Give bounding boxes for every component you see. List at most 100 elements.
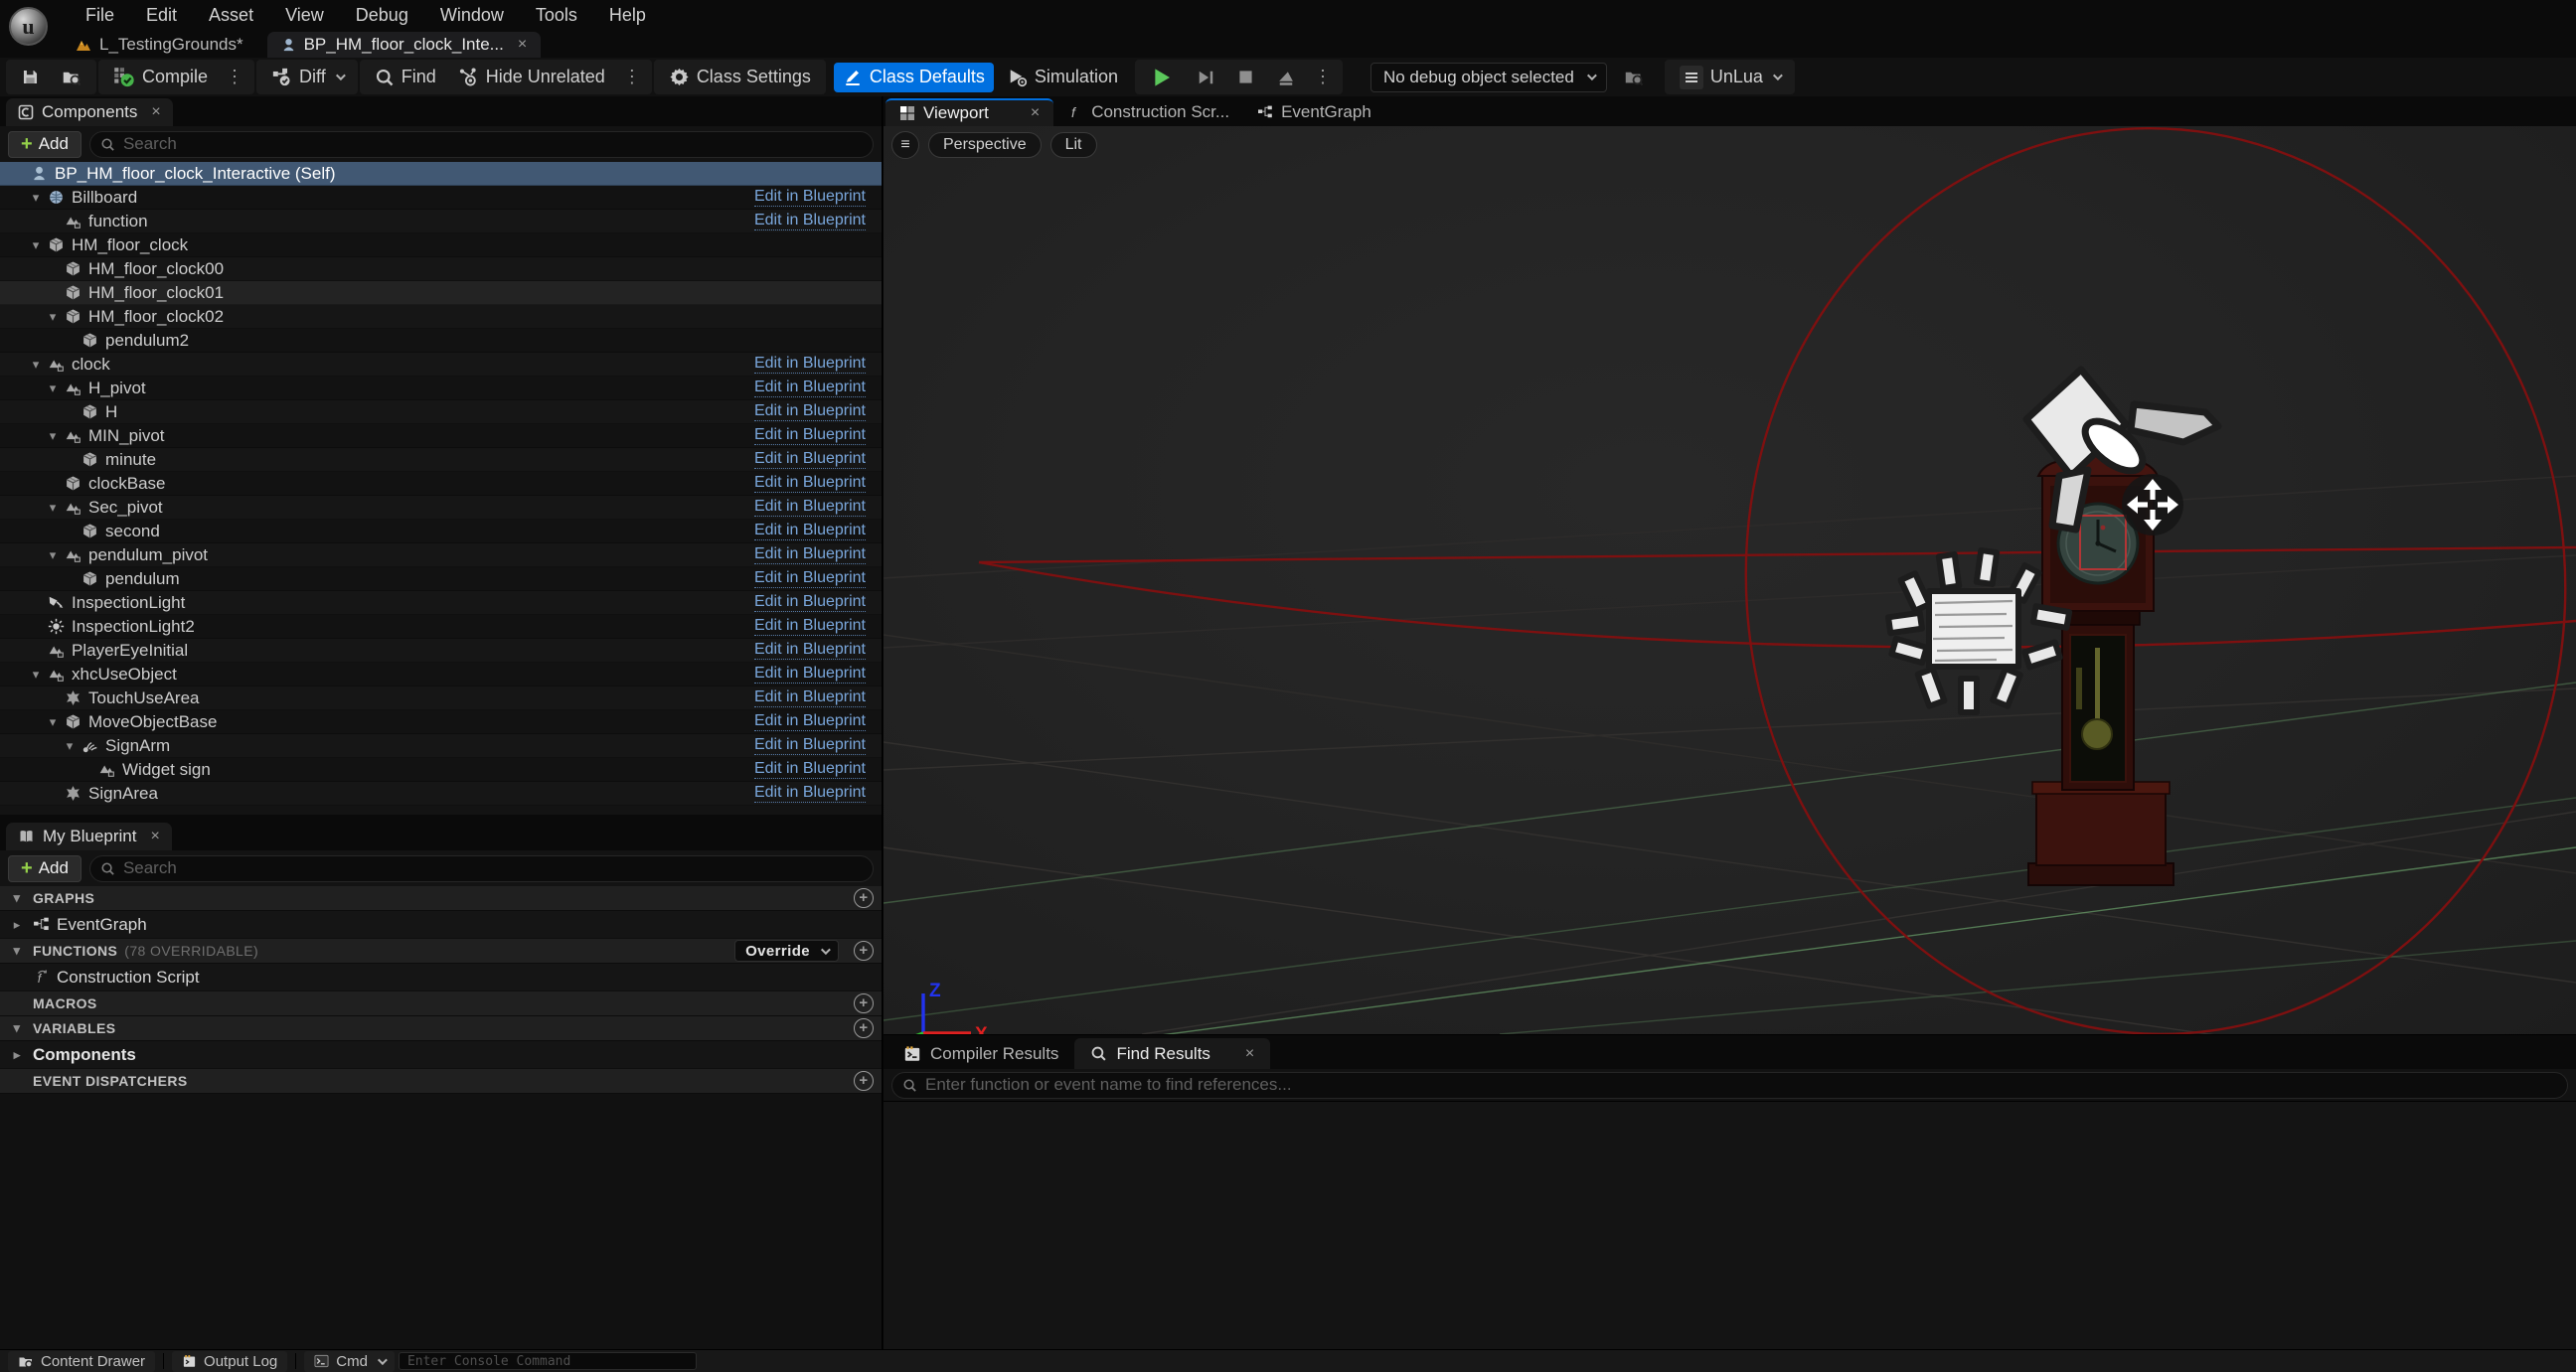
play-button[interactable] <box>1141 63 1183 92</box>
add-function-icon[interactable]: + <box>854 941 874 961</box>
component-row[interactable]: ▾HM_floor_clock <box>0 233 882 257</box>
close-icon[interactable]: × <box>1031 104 1040 122</box>
edit-in-blueprint-link[interactable]: Edit in Blueprint <box>754 522 866 540</box>
cmd-dropdown[interactable]: Cmd <box>304 1351 395 1372</box>
expander-arrow[interactable]: ▾ <box>44 500 62 516</box>
class-defaults-button[interactable]: Class Defaults <box>834 63 994 92</box>
component-row[interactable]: PlayerEyeInitialEdit in Blueprint <box>0 639 882 663</box>
menu-tools[interactable]: Tools <box>520 0 593 30</box>
expander-arrow[interactable]: ▾ <box>27 357 45 373</box>
hide-unrelated-options-icon[interactable]: ⋮ <box>618 67 646 87</box>
expander-arrow[interactable]: ▾ <box>44 309 62 325</box>
hide-unrelated-button[interactable]: Hide Unrelated <box>449 63 614 92</box>
expander-arrow[interactable]: ▾ <box>27 667 45 683</box>
save-button[interactable] <box>12 63 49 92</box>
expander-arrow[interactable]: ▾ <box>44 547 62 563</box>
component-row[interactable]: pendulumEdit in Blueprint <box>0 567 882 591</box>
add-blueprint-item-button[interactable]: + Add <box>8 855 81 882</box>
browse-asset-button[interactable] <box>53 63 90 92</box>
perspective-dropdown[interactable]: Perspective <box>928 132 1042 158</box>
override-dropdown[interactable]: Override <box>734 940 839 962</box>
add-dispatcher-icon[interactable]: + <box>854 1071 874 1091</box>
expander-arrow[interactable]: ▾ <box>27 190 45 206</box>
tab-my-blueprint[interactable]: My Blueprint × <box>6 823 172 850</box>
edit-in-blueprint-link[interactable]: Edit in Blueprint <box>754 665 866 684</box>
add-graph-icon[interactable]: + <box>854 888 874 908</box>
rotation-gizmo[interactable] <box>979 126 2576 1034</box>
component-row[interactable]: pendulum2 <box>0 329 882 353</box>
output-log-button[interactable]: Output Log <box>172 1351 287 1372</box>
component-row[interactable]: ▾H_pivotEdit in Blueprint <box>0 377 882 400</box>
unlua-dropdown[interactable]: UnLua <box>1671 63 1789 92</box>
expander-arrow[interactable]: ▾ <box>44 428 62 444</box>
expander-arrow[interactable]: ▾ <box>44 381 62 396</box>
eject-button[interactable] <box>1267 63 1305 92</box>
edit-in-blueprint-link[interactable]: Edit in Blueprint <box>754 379 866 397</box>
component-row[interactable]: TouchUseAreaEdit in Blueprint <box>0 686 882 710</box>
find-references-input[interactable] <box>925 1075 2557 1095</box>
edit-in-blueprint-link[interactable]: Edit in Blueprint <box>754 426 866 445</box>
component-row[interactable]: InspectionLightEdit in Blueprint <box>0 591 882 615</box>
close-icon[interactable]: × <box>151 103 160 121</box>
component-row[interactable]: ▾MoveObjectBaseEdit in Blueprint <box>0 710 882 734</box>
compile-button[interactable]: Compile <box>104 63 217 92</box>
variables-components-category-row[interactable]: ▸ Components <box>0 1041 882 1069</box>
frame-skip-button[interactable] <box>1187 63 1224 92</box>
expander-arrow[interactable]: ▾ <box>44 714 62 730</box>
expander-arrow[interactable]: ▸ <box>8 917 26 933</box>
component-row[interactable]: HM_floor_clock00 <box>0 257 882 281</box>
doc-tab-viewport[interactable]: Viewport× <box>886 98 1053 126</box>
doc-tab-construction-scr-[interactable]: fConstruction Scr... <box>1053 98 1243 126</box>
component-row[interactable]: ▾MIN_pivotEdit in Blueprint <box>0 424 882 448</box>
debug-object-dropdown[interactable]: No debug object selected <box>1370 63 1607 92</box>
move-gizmo-icon[interactable] <box>2122 474 2183 535</box>
graphs-section-header[interactable]: ▾ GRAPHS + <box>0 886 882 911</box>
edit-in-blueprint-link[interactable]: Edit in Blueprint <box>754 355 866 374</box>
tab-blueprint[interactable]: BP_HM_floor_clock_Inte... × <box>267 32 542 58</box>
component-row[interactable]: ▾BillboardEdit in Blueprint <box>0 186 882 210</box>
console-command-input[interactable] <box>399 1352 697 1370</box>
component-row[interactable]: ▾SignArmEdit in Blueprint <box>0 734 882 758</box>
compile-options-icon[interactable]: ⋮ <box>221 67 248 87</box>
content-drawer-button[interactable]: Content Drawer <box>8 1351 155 1372</box>
component-row[interactable]: clockBaseEdit in Blueprint <box>0 472 882 496</box>
menu-window[interactable]: Window <box>424 0 520 30</box>
component-row[interactable]: ▾clockEdit in Blueprint <box>0 353 882 377</box>
event-dispatchers-section-header[interactable]: EVENT DISPATCHERS + <box>0 1069 882 1094</box>
edit-in-blueprint-link[interactable]: Edit in Blueprint <box>754 712 866 731</box>
edit-in-blueprint-link[interactable]: Edit in Blueprint <box>754 784 866 803</box>
tab-level[interactable]: L_TestingGrounds* <box>62 32 257 58</box>
close-icon[interactable]: × <box>150 828 159 845</box>
edit-in-blueprint-link[interactable]: Edit in Blueprint <box>754 688 866 707</box>
functions-section-header[interactable]: ▾ FUNCTIONS (78 OVERRIDABLE) Override + <box>0 939 882 964</box>
component-row[interactable]: BP_HM_floor_clock_Interactive (Self) <box>0 162 882 186</box>
components-search-input[interactable] <box>123 134 863 154</box>
add-component-button[interactable]: + Add <box>8 131 81 158</box>
close-icon[interactable]: × <box>1245 1045 1254 1063</box>
my-blueprint-search-input[interactable] <box>123 858 863 878</box>
diff-button[interactable]: Diff <box>262 63 352 92</box>
edit-in-blueprint-link[interactable]: Edit in Blueprint <box>754 593 866 612</box>
component-row[interactable]: functionEdit in Blueprint <box>0 210 882 233</box>
edit-in-blueprint-link[interactable]: Edit in Blueprint <box>754 641 866 660</box>
menu-view[interactable]: View <box>269 0 340 30</box>
lit-dropdown[interactable]: Lit <box>1050 132 1097 158</box>
tab-components-panel[interactable]: Components × <box>6 98 173 126</box>
component-row[interactable]: ▾Sec_pivotEdit in Blueprint <box>0 496 882 520</box>
unreal-logo-icon[interactable]: u <box>9 7 48 46</box>
add-variable-icon[interactable]: + <box>854 1018 874 1038</box>
menu-asset[interactable]: Asset <box>193 0 269 30</box>
edit-in-blueprint-link[interactable]: Edit in Blueprint <box>754 450 866 469</box>
expander-arrow[interactable]: ▾ <box>8 943 26 959</box>
tab-compiler-results[interactable]: Compiler Results <box>887 1038 1074 1069</box>
component-row[interactable]: HM_floor_clock01 <box>0 281 882 305</box>
close-icon[interactable]: × <box>518 36 527 54</box>
debug-browse-button[interactable] <box>1615 63 1653 92</box>
viewport-menu-icon[interactable]: ≡ <box>891 131 919 159</box>
component-row[interactable]: minuteEdit in Blueprint <box>0 448 882 472</box>
doc-tab-eventgraph[interactable]: EventGraph <box>1243 98 1385 126</box>
edit-in-blueprint-link[interactable]: Edit in Blueprint <box>754 474 866 493</box>
add-macro-icon[interactable]: + <box>854 993 874 1013</box>
edit-in-blueprint-link[interactable]: Edit in Blueprint <box>754 736 866 755</box>
component-row[interactable]: InspectionLight2Edit in Blueprint <box>0 615 882 639</box>
